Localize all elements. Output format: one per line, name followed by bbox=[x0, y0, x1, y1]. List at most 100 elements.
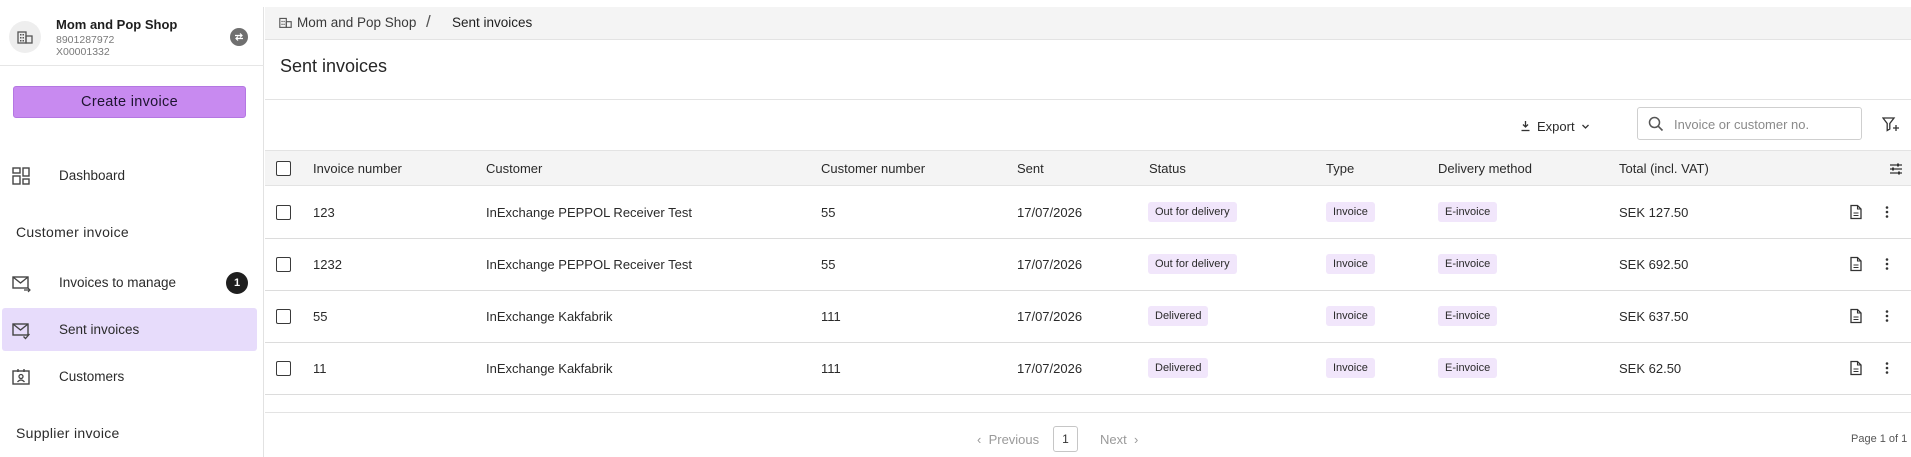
status-badge: Delivered bbox=[1148, 306, 1209, 326]
more-options-icon[interactable] bbox=[1879, 308, 1895, 324]
divider bbox=[265, 99, 1911, 100]
page-title: Sent invoices bbox=[280, 56, 388, 76]
pagination-previous-label: Previous bbox=[988, 432, 1040, 447]
customer-number-cell: 111 bbox=[821, 361, 841, 376]
row-checkbox[interactable] bbox=[276, 257, 291, 272]
customer-cell: InExchange PEPPOL Receiver Test bbox=[486, 257, 692, 272]
column-header-total[interactable]: Total (incl. VAT) bbox=[1619, 161, 1709, 176]
customer-number-cell: 55 bbox=[821, 257, 836, 272]
invoice-number-cell: 1232 bbox=[313, 257, 342, 272]
export-label: Export bbox=[1537, 118, 1575, 134]
sent-date-cell: 17/07/2026 bbox=[1017, 309, 1083, 324]
column-header-status[interactable]: Status bbox=[1149, 161, 1186, 176]
search-input[interactable] bbox=[1674, 115, 1854, 133]
type-badge: Invoice bbox=[1326, 358, 1375, 378]
total-cell: SEK 127.50 bbox=[1619, 205, 1689, 220]
customer-cell: InExchange Kakfabrik bbox=[486, 361, 613, 376]
switch-account-icon[interactable] bbox=[230, 28, 248, 46]
total-cell: SEK 692.50 bbox=[1619, 257, 1689, 272]
sidebar-item-sent-invoices[interactable]: Sent invoices bbox=[2, 308, 257, 351]
sent-date-cell: 17/07/2026 bbox=[1017, 257, 1083, 272]
select-all-checkbox[interactable] bbox=[276, 161, 291, 176]
row-checkbox[interactable] bbox=[276, 361, 291, 376]
export-button[interactable]: Export bbox=[1520, 115, 1590, 137]
column-header-delivery-method[interactable]: Delivery method bbox=[1438, 161, 1532, 176]
envelope-check-icon bbox=[12, 323, 30, 340]
customer-cell: InExchange Kakfabrik bbox=[486, 309, 613, 324]
status-badge: Out for delivery bbox=[1148, 254, 1237, 274]
sidebar-item-dashboard[interactable]: Dashboard bbox=[2, 154, 257, 197]
document-icon[interactable] bbox=[1848, 204, 1864, 220]
delivery-method-badge: E-invoice bbox=[1438, 202, 1498, 222]
customer-cell: InExchange PEPPOL Receiver Test bbox=[486, 205, 692, 220]
table-header: Invoice number Customer Customer number … bbox=[265, 150, 1911, 186]
supplier-invoice-section-title: Supplier invoice bbox=[16, 425, 120, 441]
column-settings-icon[interactable] bbox=[1889, 162, 1903, 176]
delivery-method-badge: E-invoice bbox=[1438, 254, 1498, 274]
more-options-icon[interactable] bbox=[1879, 360, 1895, 376]
row-checkbox[interactable] bbox=[276, 205, 291, 220]
table-row[interactable]: 55 InExchange Kakfabrik 111 17/07/2026 D… bbox=[265, 291, 1911, 343]
table-row[interactable]: 1232 InExchange PEPPOL Receiver Test 55 … bbox=[265, 239, 1911, 291]
envelope-arrow-icon bbox=[12, 276, 31, 293]
main-content: Mom and Pop Shop / Sent invoices Sent in… bbox=[265, 7, 1911, 457]
delivery-method-badge: E-invoice bbox=[1438, 306, 1498, 326]
pagination-next-label: Next bbox=[1100, 432, 1127, 447]
sent-date-cell: 17/07/2026 bbox=[1017, 205, 1083, 220]
more-options-icon[interactable] bbox=[1879, 256, 1895, 272]
customer-number-cell: 55 bbox=[821, 205, 836, 220]
search-icon bbox=[1648, 116, 1664, 132]
shop-org-number: 8901287972 bbox=[56, 34, 115, 46]
column-header-sent[interactable]: Sent bbox=[1017, 161, 1044, 176]
table-row[interactable]: 11 InExchange Kakfabrik 111 17/07/2026 D… bbox=[265, 343, 1911, 395]
sidebar-item-customers[interactable]: Customers bbox=[2, 355, 257, 398]
document-icon[interactable] bbox=[1848, 308, 1864, 324]
customer-invoice-section-title: Customer invoice bbox=[16, 224, 129, 240]
contact-card-icon bbox=[12, 369, 30, 385]
pagination-previous[interactable]: ‹ Previous bbox=[977, 432, 1039, 447]
count-badge: 1 bbox=[226, 272, 248, 294]
sidebar-item-invoices-to-manage[interactable]: Invoices to manage 1 bbox=[2, 261, 257, 304]
column-header-customer-number[interactable]: Customer number bbox=[821, 161, 925, 176]
building-icon bbox=[279, 17, 292, 28]
row-checkbox[interactable] bbox=[276, 309, 291, 324]
shop-customer-id: X00001332 bbox=[56, 46, 110, 58]
breadcrumb-separator: / bbox=[426, 12, 431, 31]
dashboard-icon bbox=[12, 167, 30, 185]
pagination-page-button[interactable]: 1 bbox=[1053, 426, 1078, 452]
sidebar-item-label: Invoices to manage bbox=[59, 275, 177, 290]
type-badge: Invoice bbox=[1326, 202, 1375, 222]
more-options-icon[interactable] bbox=[1879, 204, 1895, 220]
shop-name: Mom and Pop Shop bbox=[56, 17, 178, 32]
column-header-invoice-number[interactable]: Invoice number bbox=[313, 161, 402, 176]
total-cell: SEK 637.50 bbox=[1619, 309, 1689, 324]
invoice-number-cell: 55 bbox=[313, 309, 328, 324]
status-badge: Out for delivery bbox=[1148, 202, 1237, 222]
sidebar-item-label: Customers bbox=[59, 369, 125, 384]
column-header-type[interactable]: Type bbox=[1326, 161, 1354, 176]
breadcrumb: Mom and Pop Shop / Sent invoices bbox=[265, 7, 1911, 40]
pagination-info: Page 1 of 1 bbox=[1851, 433, 1908, 445]
invoice-number-cell: 123 bbox=[313, 205, 335, 220]
sidebar: Mom and Pop Shop 8901287972 X00001332 Cr… bbox=[0, 7, 264, 457]
column-header-customer[interactable]: Customer bbox=[486, 161, 542, 176]
document-icon[interactable] bbox=[1848, 360, 1864, 376]
sidebar-item-label: Dashboard bbox=[59, 168, 126, 183]
sent-date-cell: 17/07/2026 bbox=[1017, 361, 1083, 376]
filter-add-icon[interactable] bbox=[1882, 116, 1900, 134]
shop-switcher[interactable]: Mom and Pop Shop 8901287972 X00001332 bbox=[0, 7, 264, 66]
type-badge: Invoice bbox=[1326, 254, 1375, 274]
customer-number-cell: 111 bbox=[821, 309, 841, 324]
search-box[interactable] bbox=[1637, 107, 1862, 140]
delivery-method-badge: E-invoice bbox=[1438, 358, 1498, 378]
create-invoice-button[interactable]: Create invoice bbox=[13, 86, 246, 118]
document-icon[interactable] bbox=[1848, 256, 1864, 272]
building-icon bbox=[9, 21, 41, 53]
invoice-number-cell: 11 bbox=[313, 361, 327, 376]
table-row[interactable]: 123 InExchange PEPPOL Receiver Test 55 1… bbox=[265, 187, 1911, 239]
breadcrumb-home-link[interactable]: Mom and Pop Shop bbox=[297, 15, 416, 30]
status-badge: Delivered bbox=[1148, 358, 1209, 378]
type-badge: Invoice bbox=[1326, 306, 1375, 326]
divider bbox=[265, 412, 1911, 413]
pagination-next[interactable]: Next › bbox=[1100, 432, 1138, 447]
